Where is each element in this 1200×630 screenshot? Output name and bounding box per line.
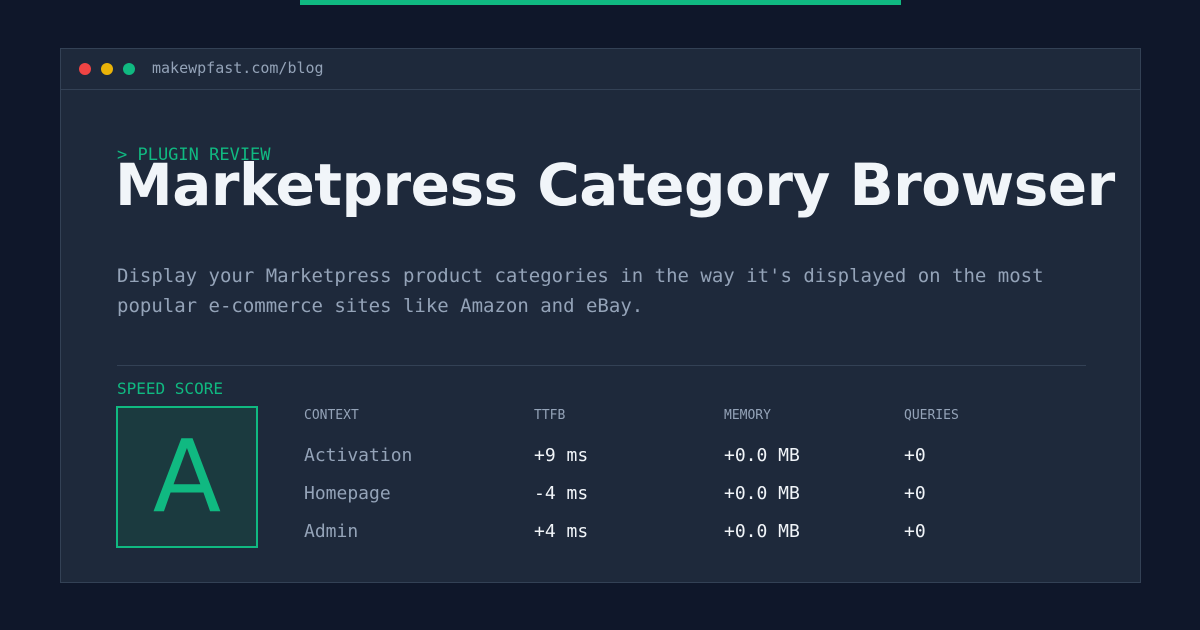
speed-grade-box: A <box>116 406 258 548</box>
post-description: Display your Marketpress product categor… <box>117 265 1044 317</box>
row-queries: +0 <box>904 521 926 542</box>
maximize-dot-icon <box>123 63 135 75</box>
divider <box>117 365 1086 366</box>
row-context: Homepage <box>304 483 391 504</box>
column-header-context: CONTEXT <box>304 408 359 423</box>
speed-grade: A <box>152 418 222 535</box>
close-dot-icon <box>79 63 91 75</box>
row-memory: +0.0 MB <box>724 483 800 504</box>
row-ttfb: +9 ms <box>534 445 589 466</box>
minimize-dot-icon <box>101 63 113 75</box>
row-context: Activation <box>304 445 413 466</box>
row-memory: +0.0 MB <box>724 445 800 466</box>
window-url: makewpfast.com/blog <box>152 59 324 77</box>
speed-score-label: SPEED SCORE <box>117 379 223 398</box>
column-header-memory: MEMORY <box>724 408 771 423</box>
column-header-ttfb: TTFB <box>534 408 566 423</box>
top-accent-bar <box>300 0 901 5</box>
browser-window: makewpfast.com/blog > PLUGIN REVIEW Mark… <box>60 48 1141 583</box>
row-queries: +0 <box>904 445 926 466</box>
row-ttfb: -4 ms <box>534 483 589 504</box>
page-title: Marketpress Category Browser <box>115 151 1115 219</box>
window-titlebar: makewpfast.com/blog <box>61 49 1140 90</box>
row-queries: +0 <box>904 483 926 504</box>
row-memory: +0.0 MB <box>724 521 800 542</box>
row-context: Admin <box>304 521 359 542</box>
column-header-queries: QUERIES <box>904 408 959 423</box>
row-ttfb: +4 ms <box>534 521 589 542</box>
